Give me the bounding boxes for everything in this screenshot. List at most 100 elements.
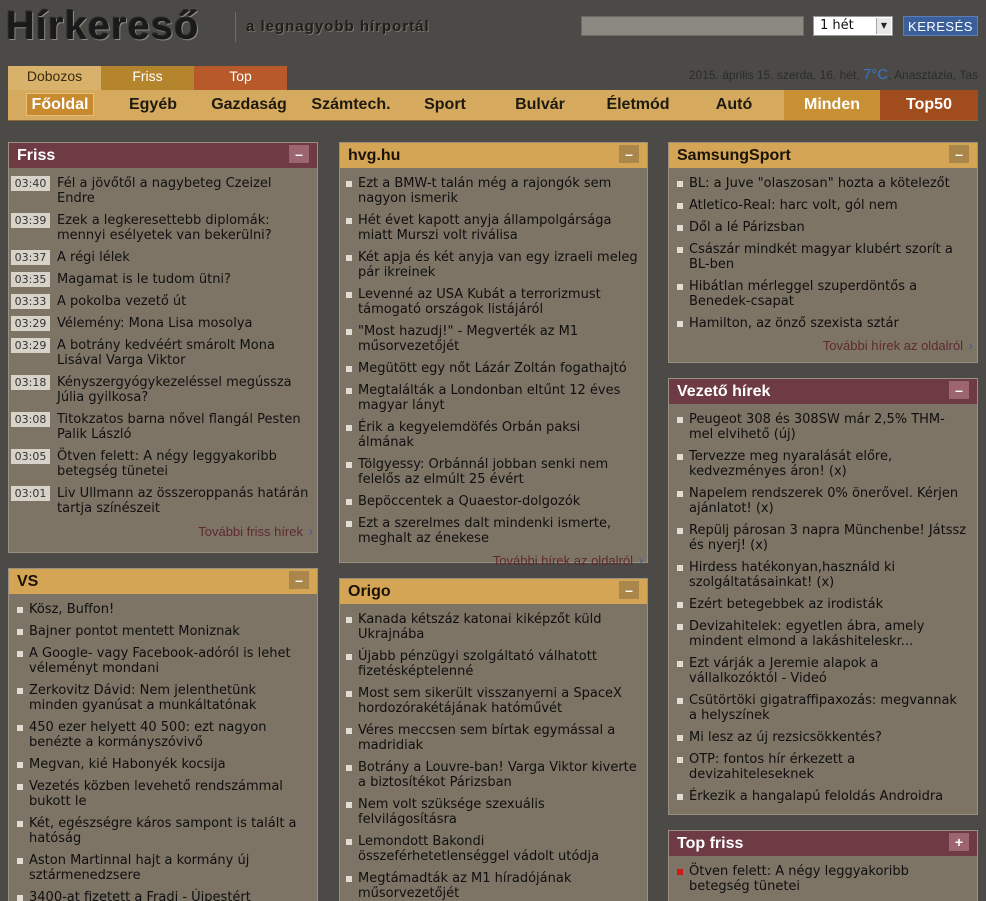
more-link[interactable]: További hírek az oldalról › bbox=[340, 552, 647, 568]
list-item[interactable]: Ezért betegebbek az irodisták bbox=[677, 597, 969, 612]
list-item[interactable]: BL: a Juve "olaszosan" hozta a kötelezőt bbox=[677, 176, 969, 191]
search-input[interactable] bbox=[581, 16, 804, 36]
minimize-icon[interactable]: – bbox=[619, 145, 639, 163]
news-link[interactable]: Liv Ullmann az összeroppanás határán tar… bbox=[57, 486, 308, 516]
list-item[interactable]: 03:40 Fél a jövőtől a nagybeteg Czeizel E… bbox=[11, 176, 309, 206]
list-item[interactable]: 03:39 Ezek a legkeresettebb diplomák: men… bbox=[11, 213, 309, 243]
list-item[interactable]: Repülj párosan 3 napra Münchenbe! Játssz… bbox=[677, 523, 969, 553]
nav-item-top50[interactable]: Top50 bbox=[880, 90, 978, 120]
list-item[interactable]: Ezt a szerelmes dalt mindenki ismerte, m… bbox=[346, 516, 639, 546]
news-link[interactable]: Titokzatos barna nővel flangál Pesten Pa… bbox=[57, 412, 301, 442]
nav-item-sport[interactable]: Sport bbox=[402, 90, 488, 120]
list-item[interactable]: Levenné az USA Kubát a terrorizmust támo… bbox=[346, 287, 639, 317]
list-item[interactable]: Botrány a Louvre-ban! Varga Viktor kiver… bbox=[346, 760, 639, 790]
list-item[interactable]: Kösz, Buffon! bbox=[17, 602, 309, 617]
list-item[interactable]: Hirdess hatékonyan,használd ki szolgálta… bbox=[677, 560, 969, 590]
list-item[interactable]: Kanada kétszáz katonai kiképzőt küld Ukr… bbox=[346, 612, 639, 642]
list-item[interactable]: Dől a lé Párizsban bbox=[677, 220, 969, 235]
list-item[interactable]: Aston Martinnal hajt a kormány új sztárm… bbox=[17, 853, 309, 883]
list-item[interactable]: Mi lesz az új rezsicsökkentés? bbox=[677, 730, 969, 745]
list-item[interactable]: Zerkovitz Dávid: Nem jelenthetünk minden… bbox=[17, 683, 309, 713]
nav-item-szamtech[interactable]: Számtech. bbox=[300, 90, 402, 120]
news-link[interactable]: Kényszergyógykezeléssel megússza Júlia g… bbox=[57, 375, 292, 405]
chevron-right-icon: › bbox=[968, 337, 973, 353]
list-item[interactable]: 03:33 A pokolba vezető út bbox=[11, 294, 309, 309]
list-item[interactable]: Újabb pénzügyi szolgáltató válhatott fiz… bbox=[346, 649, 639, 679]
list-item[interactable]: A Google- vagy Facebook-adóról is lehet … bbox=[17, 646, 309, 676]
list-item[interactable]: Atletico-Real: harc volt, gól nem bbox=[677, 198, 969, 213]
list-item[interactable]: Megtalálták a Londonban eltűnt 12 éves m… bbox=[346, 383, 639, 413]
list-item[interactable]: Ezt a BMW-t talán még a rajongók sem nag… bbox=[346, 176, 639, 206]
list-item[interactable]: 03:18 Kényszergyógykezeléssel megússza Jú… bbox=[11, 375, 309, 405]
list-item[interactable]: 03:05 Ötven felett: A négy leggyakoribb b… bbox=[11, 449, 309, 479]
list-item[interactable]: OTP: fontos hír érkezett a devizahiteles… bbox=[677, 752, 969, 782]
list-item[interactable]: Nem volt szüksége szexuális felvilágosít… bbox=[346, 797, 639, 827]
list-item[interactable]: Bajner pontot mentett Moniznak bbox=[17, 624, 309, 639]
nav-item-eletmod[interactable]: Életmód bbox=[592, 90, 684, 120]
expand-icon[interactable]: + bbox=[949, 833, 969, 851]
list-item[interactable]: Érik a kegyelemdöfés Orbán paksi álmának bbox=[346, 420, 639, 450]
more-link[interactable]: További friss hírek › bbox=[9, 523, 317, 539]
list-item[interactable]: Ötven felett: A négy leggyakoribb betegs… bbox=[677, 864, 969, 894]
list-item[interactable]: Két, egészségre káros sampont is talált … bbox=[17, 816, 309, 846]
list-item[interactable]: Hét évet kapott anyja állampolgársága mi… bbox=[346, 213, 639, 243]
list-item[interactable]: 03:29 Vélemény: Mona Lisa mosolya bbox=[11, 316, 309, 331]
list-item[interactable]: Vezetés közben levehető rendszámmal buko… bbox=[17, 779, 309, 809]
list-item[interactable]: Császár mindkét magyar klubért szorít a … bbox=[677, 242, 969, 272]
minimize-icon[interactable]: – bbox=[619, 581, 639, 599]
more-link[interactable]: További hírek az oldalról › bbox=[669, 337, 977, 353]
list-item[interactable]: Hamilton, az önző szexista sztár bbox=[677, 316, 969, 331]
news-link[interactable]: Ötven felett: A négy leggyakoribb betegs… bbox=[57, 449, 277, 479]
tab-top[interactable]: Top bbox=[194, 66, 287, 90]
list-item[interactable]: Peugeot 308 és 308SW már 2,5% THM-mel el… bbox=[677, 412, 969, 442]
news-link[interactable]: A régi lélek bbox=[57, 250, 130, 265]
nav-item-auto[interactable]: Autó bbox=[684, 90, 784, 120]
period-select-value: 1 hét bbox=[820, 18, 854, 33]
list-item[interactable]: Tölgyessy: Orbánnál jobban senki nem fel… bbox=[346, 457, 639, 487]
list-item[interactable]: 03:35 Magamat is le tudom ütni? bbox=[11, 272, 309, 287]
list-item[interactable]: Napelem rendszerek 0% önerővel. Kérjen a… bbox=[677, 486, 969, 516]
list-item[interactable]: Két apja és két anyja van egy izraeli me… bbox=[346, 250, 639, 280]
tab-dobozos[interactable]: Dobozos bbox=[8, 66, 101, 90]
site-tagline: a legnagyobb hírportál bbox=[246, 18, 430, 35]
list-item[interactable]: 03:01 Liv Ullmann az összeroppanás határá… bbox=[11, 486, 309, 516]
nav-item-fooldal[interactable]: Főoldal bbox=[12, 90, 108, 120]
minimize-icon[interactable]: – bbox=[949, 145, 969, 163]
list-item[interactable]: "Most hazudj!" - Megverték az M1 műsorve… bbox=[346, 324, 639, 354]
list-item[interactable]: Lemondott Bakondi összeférhetetlenséggel… bbox=[346, 834, 639, 864]
news-link[interactable]: A pokolba vezető út bbox=[57, 294, 186, 309]
list-item[interactable]: Csütörtöki gigatraffipaxozás: megvannak … bbox=[677, 693, 969, 723]
site-logo[interactable]: Hírkereső bbox=[6, 4, 200, 48]
list-item[interactable]: Érkezik a hangalapú feloldás Androidra bbox=[677, 789, 969, 804]
search-button[interactable]: KERESÉS bbox=[903, 16, 978, 36]
list-item[interactable]: Tervezze meg nyaralását előre, kedvezmén… bbox=[677, 449, 969, 479]
list-item[interactable]: Devizahitelek: egyetlen ábra, amely mind… bbox=[677, 619, 969, 649]
nav-item-bulvar[interactable]: Bulvár bbox=[488, 90, 592, 120]
news-link[interactable]: Vélemény: Mona Lisa mosolya bbox=[57, 316, 253, 331]
list-item[interactable]: Véres meccsen sem bírtak egymással a mad… bbox=[346, 723, 639, 753]
period-select[interactable]: 1 hét ▼ bbox=[813, 16, 893, 36]
list-item[interactable]: Ezt várják a Jeremie alapok a vállalkozó… bbox=[677, 656, 969, 686]
list-item[interactable]: Hibátlan mérleggel szuperdöntős a Benede… bbox=[677, 279, 969, 309]
news-link[interactable]: Fél a jövőtől a nagybeteg Czeizel Endre bbox=[57, 176, 272, 206]
news-link[interactable]: Magamat is le tudom ütni? bbox=[57, 272, 231, 287]
minimize-icon[interactable]: – bbox=[289, 571, 309, 589]
nav-item-minden[interactable]: Minden bbox=[784, 90, 880, 120]
minimize-icon[interactable]: – bbox=[289, 145, 309, 163]
list-item[interactable]: 03:37 A régi lélek bbox=[11, 250, 309, 265]
news-link[interactable]: Ezek a legkeresettebb diplomák: mennyi e… bbox=[57, 213, 272, 243]
minimize-icon[interactable]: – bbox=[949, 381, 969, 399]
list-item[interactable]: Bepöccentek a Quaestor-dolgozók bbox=[346, 494, 639, 509]
nav-item-gazdasag[interactable]: Gazdaság bbox=[198, 90, 300, 120]
list-item[interactable]: Megtámadták az M1 híradójának műsorvezet… bbox=[346, 871, 639, 901]
list-item[interactable]: 03:08 Titokzatos barna nővel flangál Pest… bbox=[11, 412, 309, 442]
list-item[interactable]: 03:29 A botrány kedvéért smárolt Mona Lis… bbox=[11, 338, 309, 368]
list-item[interactable]: Megvan, kié Habonyék kocsija bbox=[17, 757, 309, 772]
nav-item-egyeb[interactable]: Egyéb bbox=[108, 90, 198, 120]
list-item[interactable]: Most sem sikerült visszanyerni a SpaceX … bbox=[346, 686, 639, 716]
list-item[interactable]: 450 ezer helyett 40 500: ezt nagyon bené… bbox=[17, 720, 309, 750]
list-item[interactable]: Megütött egy nőt Lázár Zoltán fogathajtó bbox=[346, 361, 639, 376]
news-link[interactable]: A botrány kedvéért smárolt Mona Lisával … bbox=[57, 338, 275, 368]
tab-friss[interactable]: Friss bbox=[101, 66, 194, 90]
list-item[interactable]: 3400-at fizetett a Fradi - Újpestért bbox=[17, 890, 309, 901]
